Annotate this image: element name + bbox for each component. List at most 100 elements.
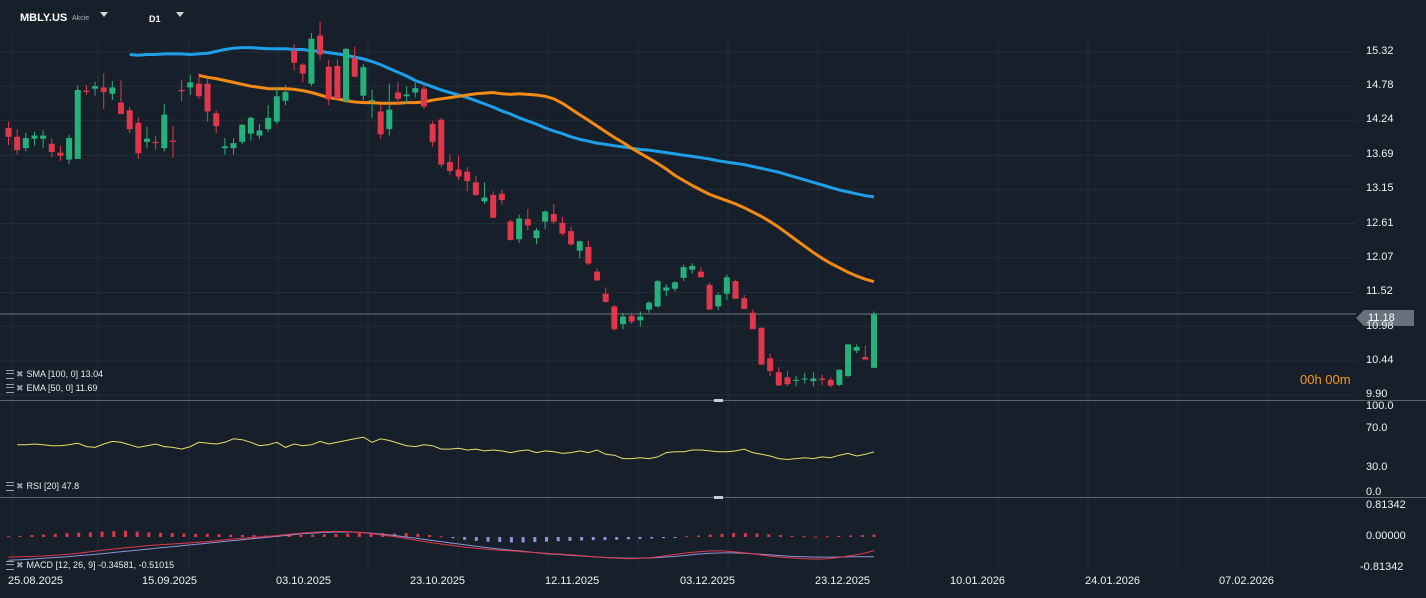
macd-histogram-bar (170, 533, 174, 537)
candle-body (299, 64, 306, 74)
candle-body (723, 277, 730, 294)
price-axis-label: 14.24 (1366, 113, 1394, 126)
macd-histogram-bar (205, 533, 209, 537)
macd-histogram-bar (802, 536, 806, 538)
close-icon[interactable]: ✖ (16, 481, 24, 491)
close-icon[interactable]: ✖ (16, 369, 24, 379)
macd-histogram-bar (7, 536, 10, 538)
candle-body (420, 88, 427, 107)
sma-legend[interactable]: ✖ SMA [100, 0] 13.04 (6, 369, 103, 380)
candle-body (758, 327, 765, 365)
candle-body (221, 146, 228, 149)
candle-body (22, 138, 29, 149)
candle-body (92, 86, 99, 89)
rsi-axis-label: 70.0 (1366, 422, 1388, 434)
candle-body (256, 130, 263, 136)
settings-lines-icon[interactable] (6, 370, 14, 380)
sma-label: SMA [100, 0] 13.04 (26, 369, 104, 379)
macd-histogram-bar (252, 535, 256, 537)
candle-body (542, 211, 549, 222)
candle-body (637, 316, 644, 321)
macd-histogram-bar (708, 534, 712, 537)
date-axis-label: 23.10.2025 (410, 575, 466, 587)
candle-body (66, 138, 73, 160)
macd-histogram-bar (334, 533, 338, 537)
macd-histogram-bar (580, 537, 584, 541)
macd-histogram-bar (743, 533, 747, 537)
candle-body (810, 378, 817, 382)
macd-histogram-bar (498, 537, 502, 543)
candle-body (195, 83, 202, 97)
pane-resize-handle (714, 399, 723, 402)
candle-body (576, 241, 583, 251)
rsi-legend[interactable]: ✖ RSI [20] 47.8 (6, 481, 79, 492)
candle-body (732, 281, 739, 299)
macd-histogram-bar (346, 533, 350, 537)
macd-histogram-bar (486, 537, 490, 542)
price-axis-label: 12.07 (1366, 250, 1394, 263)
candle-body (308, 38, 315, 84)
macd-axis-label: 0.00000 (1366, 530, 1406, 542)
macd-label: MACD [12, 26, 9] -0.34581, -0.51015 (26, 560, 175, 570)
candle-body (351, 58, 358, 77)
candle-body (845, 344, 852, 377)
price-axis-label: 12.61 (1366, 216, 1394, 229)
close-icon[interactable]: ✖ (16, 383, 24, 393)
macd-histogram-bar (755, 533, 759, 537)
macd-histogram-bar (825, 536, 829, 538)
candle-body (204, 83, 211, 112)
candle-body (620, 316, 627, 325)
macd-histogram-bar (18, 535, 22, 537)
candle-body (801, 378, 808, 380)
candle-body (429, 124, 436, 142)
candle-body (48, 143, 55, 152)
date-axis-label: 23.12.2025 (815, 575, 871, 587)
candle-body (862, 357, 869, 360)
candle-body (550, 214, 557, 222)
settings-lines-icon[interactable] (6, 482, 14, 492)
price-chart[interactable] (0, 0, 1426, 598)
macd-axis-label: 0.81342 (1366, 499, 1406, 511)
candle-body (83, 90, 90, 92)
candle-body (741, 298, 748, 309)
candle-body (126, 110, 133, 130)
macd-histogram-bar (311, 534, 315, 537)
candle-body (767, 358, 774, 371)
macd-histogram-bar (661, 537, 665, 539)
settings-lines-icon[interactable] (6, 561, 14, 571)
macd-histogram-bar (638, 537, 642, 539)
macd-histogram-bar (322, 534, 326, 537)
macd-histogram-bar (521, 537, 525, 543)
macd-histogram-bar (240, 535, 244, 537)
settings-lines-icon[interactable] (6, 384, 14, 394)
ema-legend[interactable]: ✖ EMA [50, 0] 11.69 (6, 383, 97, 394)
candle-body (645, 302, 652, 310)
candle-body (239, 124, 246, 142)
macd-histogram-bar (217, 534, 221, 537)
macd-histogram-bar (860, 535, 864, 537)
macd-histogram-bar (685, 536, 689, 538)
candle-body (464, 171, 471, 182)
macd-legend[interactable]: ✖ MACD [12, 26, 9] -0.34581, -0.51015 (6, 560, 174, 571)
price-axis-label: 13.15 (1366, 182, 1394, 195)
candle-body (516, 218, 523, 240)
close-icon[interactable]: ✖ (16, 560, 24, 570)
macd-histogram-bar (814, 536, 818, 538)
candle-body (697, 271, 704, 278)
candle-body (100, 87, 107, 92)
date-axis-label: 15.09.2025 (142, 575, 198, 587)
candle-body (438, 119, 445, 165)
candle-body (265, 117, 272, 130)
candle-body (386, 109, 393, 130)
candle-body (273, 96, 280, 122)
macd-histogram-bar (591, 537, 595, 541)
candle-body (663, 287, 670, 291)
macd-histogram-bar (451, 537, 455, 539)
candle-body (559, 222, 566, 234)
rsi-label: RSI [20] 47.8 (26, 481, 80, 491)
candle-body (680, 267, 687, 278)
candle-body (585, 246, 592, 264)
candle-body (152, 141, 159, 144)
macd-histogram-bar (42, 534, 46, 537)
macd-histogram-bar (650, 537, 654, 539)
